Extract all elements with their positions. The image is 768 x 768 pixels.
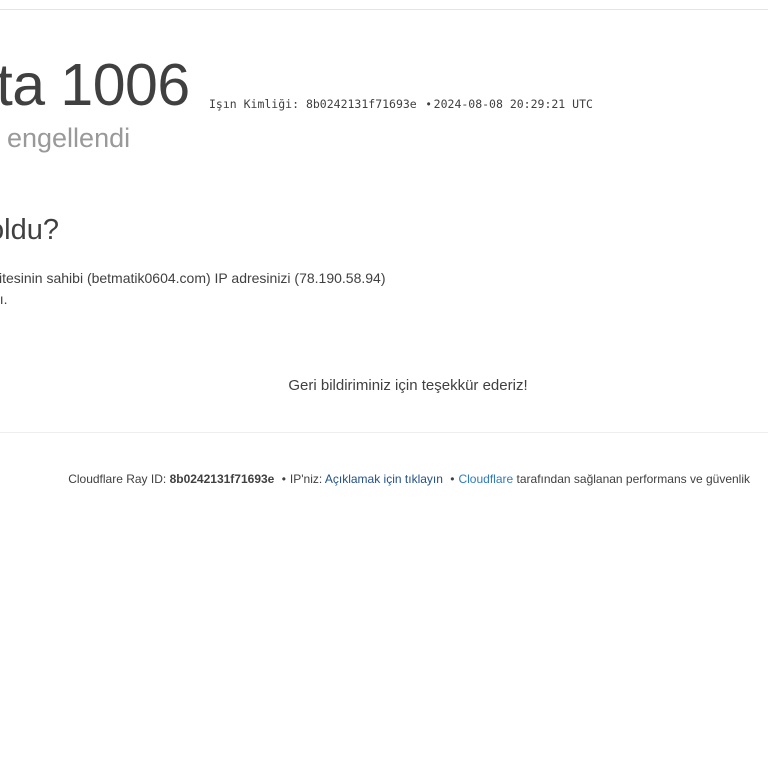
error-page: ata 1006 Işın Kimliği: 8b0242131f71693e … [0, 0, 768, 768]
timestamp: 2024-08-08 20:29:21 UTC [433, 97, 593, 111]
ray-id-label: Işın Kimliği: [209, 97, 300, 111]
bullet-separator: • [426, 99, 431, 111]
cloudflare-link[interactable]: Cloudflare [458, 472, 513, 486]
reveal-ip-link[interactable]: Açıklamak için tıklayın [325, 472, 443, 486]
footer-tail: tarafından sağlanan performans ve güvenl… [516, 472, 750, 486]
footer: Cloudflare Ray ID: 8b0242131f71693e • IP'… [68, 472, 750, 486]
explanation-line-2: dı. [0, 291, 8, 307]
error-subtitle: m engellendi [0, 123, 131, 153]
footer-bullet-2: • [450, 472, 455, 486]
explanation-text: sitesinin sahibi (betmatik0604.com) IP a… [0, 268, 386, 310]
feedback-thanks: Geri bildiriminiz için teşekkür ederiz! [288, 377, 528, 394]
footer-ray-id: 8b0242131f71693e [169, 472, 275, 486]
footer-ip-label: IP'niz: [289, 472, 323, 486]
top-divider [0, 9, 768, 10]
what-happened-heading: oldu? [0, 214, 59, 246]
footer-divider [0, 432, 768, 433]
footer-bullet-1: • [281, 472, 286, 486]
error-code-title: ata 1006 [0, 52, 190, 118]
ray-id-value: 8b0242131f71693e [305, 97, 417, 111]
footer-ray-prefix: Cloudflare Ray ID: [68, 472, 167, 486]
explanation-line-1: sitesinin sahibi (betmatik0604.com) IP a… [0, 270, 386, 286]
ray-id-line: Işın Kimliği: 8b0242131f71693e • 2024-08-… [209, 97, 593, 111]
